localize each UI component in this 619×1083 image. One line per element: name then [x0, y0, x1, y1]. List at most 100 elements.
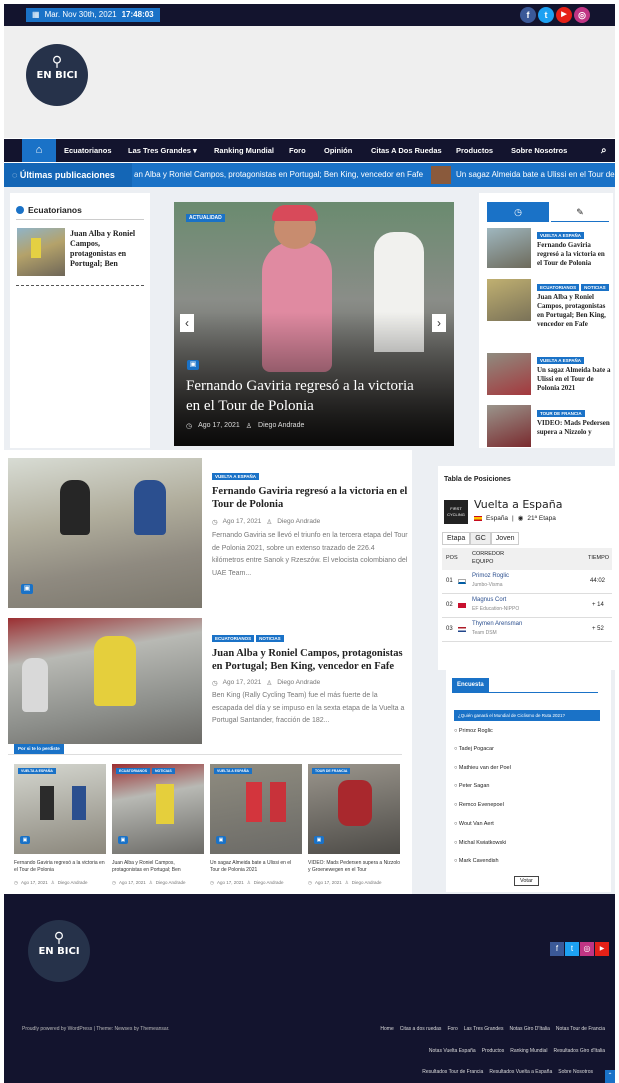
- poll-option[interactable]: ○ Peter Sagan: [454, 783, 489, 789]
- missed-card-image[interactable]: TOUR DE FRANCIA ▣: [308, 764, 400, 854]
- twitter-icon[interactable]: t: [565, 942, 579, 956]
- radio-icon[interactable]: ○: [454, 783, 457, 789]
- article-badge[interactable]: ECUATORIANOS: [212, 635, 255, 642]
- ticker-item[interactable]: an Alba y Roniel Campos, protagonistas e…: [134, 163, 423, 187]
- footer-link[interactable]: Resultados Giro d'Italia: [553, 1048, 605, 1054]
- radio-icon[interactable]: ○: [454, 746, 457, 752]
- tab-etapa[interactable]: Etapa: [442, 532, 471, 545]
- footer-link[interactable]: Foro: [447, 1026, 457, 1032]
- table-row[interactable]: 03 Thymen Arensman Team DSM + 52: [442, 618, 612, 642]
- card-title[interactable]: Fernando Gaviria regresó a la victoria e…: [14, 860, 106, 874]
- post-badge[interactable]: VUELTA A ESPAÑA: [537, 357, 585, 364]
- vote-button[interactable]: Votar: [514, 876, 539, 886]
- card-title[interactable]: VIDEO: Mads Pedersen supera a Nizzolo y …: [308, 860, 400, 874]
- post-thumbnail[interactable]: [487, 405, 531, 447]
- nav-item-ecuatorianos[interactable]: Ecuatorianos: [64, 139, 112, 162]
- card-author[interactable]: Diego Andrade: [58, 880, 88, 886]
- slide-badge[interactable]: ACTUALIDAD: [186, 214, 225, 222]
- prev-arrow-icon[interactable]: ‹: [180, 314, 194, 332]
- home-icon[interactable]: ⌂: [22, 139, 56, 162]
- poll-option[interactable]: ○ Mathieu van der Poel: [454, 765, 511, 771]
- nav-item-sobre-nosotros[interactable]: Sobre Nosotros: [511, 139, 567, 162]
- article-title[interactable]: Juan Alba y Roniel Campos, protagonistas…: [212, 647, 408, 673]
- facebook-icon[interactable]: f: [550, 942, 564, 956]
- footer-link[interactable]: Sobre Nosotros: [558, 1069, 593, 1075]
- missed-card-image[interactable]: VUELTA A ESPAÑA ▣: [14, 764, 106, 854]
- instagram-icon[interactable]: ◎: [574, 7, 590, 23]
- post-badge[interactable]: ECUATORIANOS: [537, 284, 580, 291]
- nav-item-citas[interactable]: Citas A Dos Ruedas: [371, 139, 442, 162]
- post-title[interactable]: Fernando Gaviria regresó a la victoria e…: [537, 241, 611, 268]
- radio-icon[interactable]: ○: [454, 802, 457, 808]
- tab-joven[interactable]: Joven: [490, 532, 520, 545]
- card-author[interactable]: Diego Andrade: [352, 880, 382, 886]
- poll-option[interactable]: ○ Wout Van Aert: [454, 821, 494, 827]
- poll-option[interactable]: ○ Tadej Pogacar: [454, 746, 494, 752]
- nav-item-foro[interactable]: Foro: [289, 139, 306, 162]
- article-author[interactable]: Diego Andrade: [277, 518, 320, 526]
- tab-gc[interactable]: GC: [470, 532, 491, 545]
- search-icon[interactable]: ⌕: [601, 139, 607, 162]
- table-row[interactable]: 02 Magnus Cort EF Education-NIPPO + 14: [442, 594, 612, 618]
- card-title[interactable]: Un sagaz Almeida bate a Ulissi en el Tou…: [210, 860, 302, 874]
- footer-link[interactable]: Citas a dos ruedas: [400, 1026, 442, 1032]
- missed-card-image[interactable]: ECUATORIANOS NOTICIAS ▣: [112, 764, 204, 854]
- article-image[interactable]: [8, 618, 202, 744]
- article-badge[interactable]: VUELTA A ESPAÑA: [212, 473, 260, 480]
- ticker-thumbnail[interactable]: [431, 166, 451, 184]
- radio-icon[interactable]: ○: [454, 765, 457, 771]
- poll-option[interactable]: ○ Primoz Roglic: [454, 728, 493, 734]
- footer-link[interactable]: Productos: [482, 1048, 505, 1054]
- youtube-icon[interactable]: ▶: [595, 942, 609, 956]
- post-badge[interactable]: VUELTA A ESPAÑA: [537, 232, 585, 239]
- slide-title[interactable]: Fernando Gaviria regresó a la victoria e…: [186, 376, 426, 416]
- table-row[interactable]: 01 Primoz Roglic Jumbo-Visma 44:02: [442, 570, 612, 594]
- post-thumbnail[interactable]: [487, 353, 531, 395]
- footer-link[interactable]: Las Tres Grandes: [464, 1026, 504, 1032]
- nav-item-opinion[interactable]: Opinión: [324, 139, 352, 162]
- post-title[interactable]: Un sagaz Almeida bate a Ulissi en el Tou…: [537, 366, 613, 393]
- footer-link[interactable]: Notas Giro D'Italia: [509, 1026, 549, 1032]
- radio-icon[interactable]: ○: [454, 728, 457, 734]
- youtube-icon[interactable]: ▶: [556, 7, 572, 23]
- article-badge[interactable]: NOTICIAS: [256, 635, 284, 642]
- post-badge[interactable]: TOUR DE FRANCIA: [537, 410, 585, 417]
- featured-slider[interactable]: ACTUALIDAD ‹ › ▣ Fernando Gaviria regres…: [174, 202, 454, 446]
- post-thumbnail[interactable]: [487, 279, 531, 321]
- radio-icon[interactable]: ○: [454, 840, 457, 846]
- poll-option[interactable]: ○ Mark Cavendish: [454, 858, 499, 864]
- card-badge[interactable]: NOTICIAS: [152, 768, 175, 774]
- slide-author[interactable]: Diego Andrade: [258, 422, 304, 430]
- card-title[interactable]: Juan Alba y Roniel Campos, protagonistas…: [112, 860, 204, 874]
- row-rider[interactable]: Magnus Cort: [472, 597, 506, 603]
- row-rider[interactable]: Primoz Roglic: [472, 573, 509, 579]
- post-title[interactable]: VIDEO: Mads Pedersen supera a Nizzolo y: [537, 419, 613, 437]
- post-badge[interactable]: NOTICIAS: [581, 284, 609, 291]
- card-author[interactable]: Diego Andrade: [156, 880, 186, 886]
- row-rider[interactable]: Thymen Arensman: [472, 621, 522, 627]
- footer-link[interactable]: Notas Tour de Francia: [556, 1026, 605, 1032]
- nav-item-las-tres-grandes[interactable]: Las Tres Grandes ▾: [128, 139, 197, 162]
- post-thumbnail[interactable]: [487, 228, 531, 268]
- post-title[interactable]: Juan Alba y Roniel Campos, protagonistas…: [70, 229, 148, 269]
- card-badge[interactable]: TOUR DE FRANCIA: [312, 768, 351, 774]
- footer-link[interactable]: Home: [380, 1026, 393, 1032]
- footer-logo[interactable]: ⚲ EN BICI: [28, 920, 90, 982]
- card-badge[interactable]: VUELTA A ESPAÑA: [214, 768, 252, 774]
- popular-tab[interactable]: ✎: [551, 202, 609, 222]
- recent-tab[interactable]: ◷: [487, 202, 549, 222]
- footer-link[interactable]: Notas Vuelta España: [429, 1048, 476, 1054]
- article-author[interactable]: Diego Andrade: [277, 679, 320, 687]
- post-thumbnail[interactable]: [17, 228, 65, 276]
- footer-link[interactable]: Ranking Mundial: [510, 1048, 547, 1054]
- post-title[interactable]: Juan Alba y Roniel Campos, protagonistas…: [537, 293, 613, 329]
- radio-icon[interactable]: ○: [454, 821, 457, 827]
- poll-option[interactable]: ○ Remco Evenepoel: [454, 802, 504, 808]
- card-badge[interactable]: VUELTA A ESPAÑA: [18, 768, 56, 774]
- instagram-icon[interactable]: ◎: [580, 942, 594, 956]
- facebook-icon[interactable]: f: [520, 7, 536, 23]
- site-logo[interactable]: ⚲ EN BICI: [26, 44, 88, 106]
- footer-link[interactable]: Resultados Tour de Francia: [422, 1069, 483, 1075]
- article-image[interactable]: ▣: [8, 458, 202, 608]
- ticker-item[interactable]: Un sagaz Almeida bate a Ulissi en el Tou…: [456, 163, 615, 187]
